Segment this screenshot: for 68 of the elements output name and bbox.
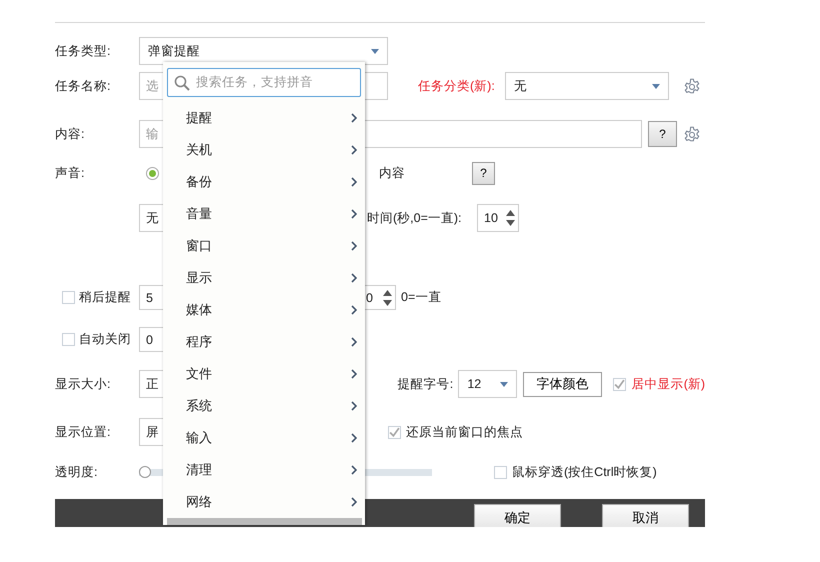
- checkbox[interactable]: [62, 333, 75, 346]
- settings-icon[interactable]: [683, 125, 701, 143]
- caret-icon: [371, 48, 379, 54]
- spinner-arrows-icon[interactable]: [506, 209, 515, 227]
- settings-icon[interactable]: [683, 77, 701, 95]
- duration-spinner[interactable]: 10: [477, 204, 519, 232]
- task-type-select[interactable]: 弹窗提醒: [139, 37, 388, 65]
- field-label: 时间(秒,0=一直):: [367, 210, 463, 226]
- menu-item[interactable]: 输入: [167, 422, 361, 454]
- chevron-right-icon: [351, 305, 357, 315]
- checkbox-label: 自动关闭: [79, 331, 132, 348]
- font-size-select[interactable]: 12: [458, 370, 518, 398]
- chevron-right-icon: [351, 209, 357, 219]
- menu-item[interactable]: 显示: [167, 262, 361, 294]
- slider-thumb[interactable]: [139, 466, 151, 478]
- field-label: 任务名称:: [55, 78, 112, 94]
- chevron-right-icon: [351, 177, 357, 187]
- search-icon: [174, 74, 190, 90]
- scrollbar[interactable]: [167, 518, 362, 525]
- help-button[interactable]: ?: [648, 121, 677, 147]
- menu-item[interactable]: 程序: [167, 326, 361, 358]
- chevron-right-icon: [351, 401, 357, 411]
- option-label: 内容: [379, 164, 405, 182]
- field-label: 声音:: [55, 164, 86, 182]
- menu-item[interactable]: 音量: [167, 198, 361, 230]
- caret-icon: [500, 382, 508, 386]
- menu-item[interactable]: 媒体: [167, 294, 361, 326]
- search-placeholder: 搜索任务，支持拼音: [196, 74, 313, 91]
- checkbox-label: 居中显示(新): [632, 376, 706, 392]
- chevron-right-icon: [351, 113, 357, 123]
- chevron-right-icon: [351, 497, 357, 507]
- chevron-right-icon: [351, 337, 357, 347]
- field-label: 显示大小:: [55, 376, 112, 392]
- checkbox[interactable]: [612, 378, 626, 390]
- menu-item[interactable]: 文件: [167, 358, 361, 390]
- checkbox[interactable]: [388, 426, 401, 438]
- font-color-button[interactable]: 字体颜色: [523, 372, 602, 396]
- field-label: 任务分类(新):: [418, 78, 496, 94]
- dialog-button[interactable]: 取消: [602, 504, 689, 527]
- menu-item[interactable]: 系统: [167, 390, 361, 422]
- chevron-right-icon: [351, 433, 357, 443]
- field-label: 提醒字号:: [398, 376, 454, 392]
- chevron-right-icon: [351, 369, 357, 379]
- field-label: 内容:: [55, 126, 86, 142]
- field-label: 显示位置:: [55, 424, 112, 440]
- chevron-right-icon: [351, 465, 357, 475]
- field-label: 透明度:: [55, 464, 98, 480]
- chevron-right-icon: [351, 241, 357, 251]
- repeat-spinner[interactable]: 0: [362, 285, 396, 310]
- checkbox[interactable]: [494, 466, 507, 478]
- menu-item[interactable]: 备份: [167, 166, 361, 198]
- radio-button[interactable]: [146, 166, 159, 180]
- menu-item[interactable]: 清理: [167, 454, 361, 486]
- checkbox-label: 稍后提醒: [79, 289, 132, 306]
- chevron-right-icon: [351, 273, 357, 283]
- repeat-note: 0=一直: [401, 289, 442, 306]
- caret-icon: [652, 84, 660, 88]
- menu-item[interactable]: 网络: [167, 486, 361, 518]
- chevron-right-icon: [351, 145, 357, 155]
- category-select[interactable]: 无: [505, 72, 669, 100]
- dialog-button[interactable]: 确定: [474, 504, 561, 527]
- checkbox-label: 鼠标穿透(按住Ctrl时恢复): [512, 464, 657, 480]
- checkbox-label: 还原当前窗口的焦点: [406, 424, 523, 440]
- checkbox[interactable]: [62, 291, 75, 304]
- field-label: 任务类型:: [55, 42, 112, 60]
- menu-item[interactable]: 窗口: [167, 230, 361, 262]
- spinner-arrows-icon[interactable]: [383, 288, 392, 306]
- help-button[interactable]: ?: [472, 162, 495, 184]
